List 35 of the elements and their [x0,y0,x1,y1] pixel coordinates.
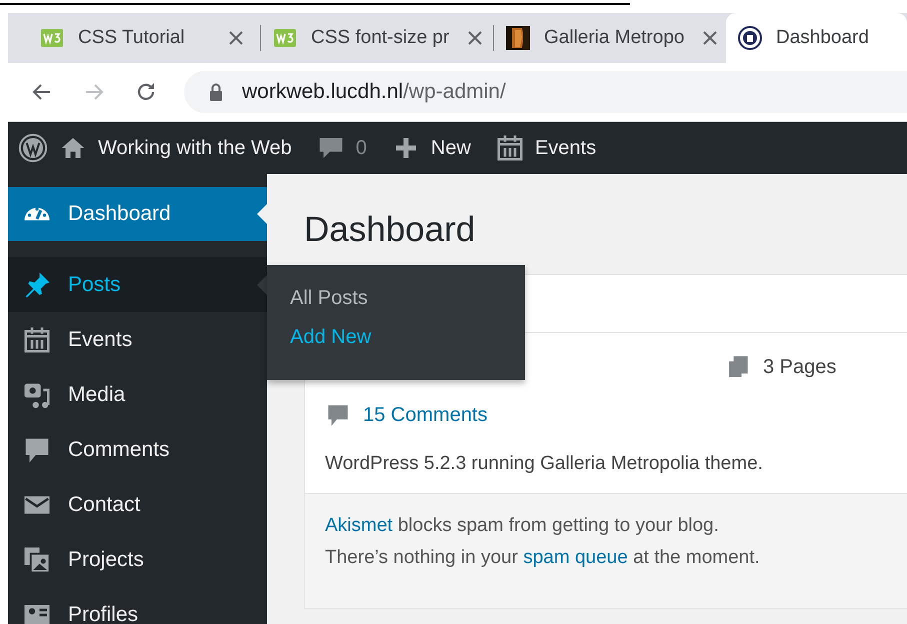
submenu-item[interactable]: Add New [267,318,394,357]
sidebar-item[interactable]: Profiles [8,587,267,624]
calendar-icon [494,133,525,163]
browser-tab[interactable]: CSS font-size pr [261,13,493,63]
events-link[interactable]: Events [494,133,596,163]
comments-link[interactable]: 0 [316,133,367,163]
sidebar-item[interactable]: Events [8,312,267,367]
images-icon [22,544,52,574]
wordpress-logo-icon[interactable] [18,133,48,163]
browser-tab[interactable]: Galleria Metropo [494,13,726,63]
browser-tab[interactable]: Dashboard [726,13,907,63]
pages-count[interactable]: 3 Pages [763,356,836,378]
w3-logo-icon [273,26,297,50]
submenu-item[interactable]: All Posts [267,279,391,318]
text-link[interactable]: spam queue [523,547,628,568]
comments-link[interactable]: 15 Comments [363,404,488,426]
sidebar-item[interactable]: Dashboard [8,187,267,241]
sidebar-item[interactable]: Media [8,367,267,422]
version-text: WordPress 5.2.3 running Galleria Metropolia theme. [324,452,764,476]
address-field[interactable]: workweb.lucdh.nl/wp-admin/ [184,71,907,113]
calendar-icon [22,324,52,354]
sidebar-item[interactable]: Comments [8,422,267,477]
sidebar-item[interactable]: Posts [8,257,267,312]
browser-tab[interactable]: CSS Tutorial [28,13,260,63]
new-link[interactable]: New [390,133,471,163]
url-text: workweb.lucdh.nl/wp-admin/ [242,80,506,104]
text-link[interactable]: Akismet [325,515,393,536]
w3-logo-icon [40,26,64,50]
sidebar-item[interactable]: Contact [8,477,267,532]
akismet-text: There’s nothing in your spam queue at the moment. [325,546,761,570]
seal-icon [738,26,762,50]
site-link[interactable]: Working with the Web [58,133,292,163]
sidebar-item[interactable]: Projects [8,532,267,587]
page-title: Dashboard [304,210,476,250]
akismet-text: Akismet blocks spam from getting to your blog. [325,514,720,538]
